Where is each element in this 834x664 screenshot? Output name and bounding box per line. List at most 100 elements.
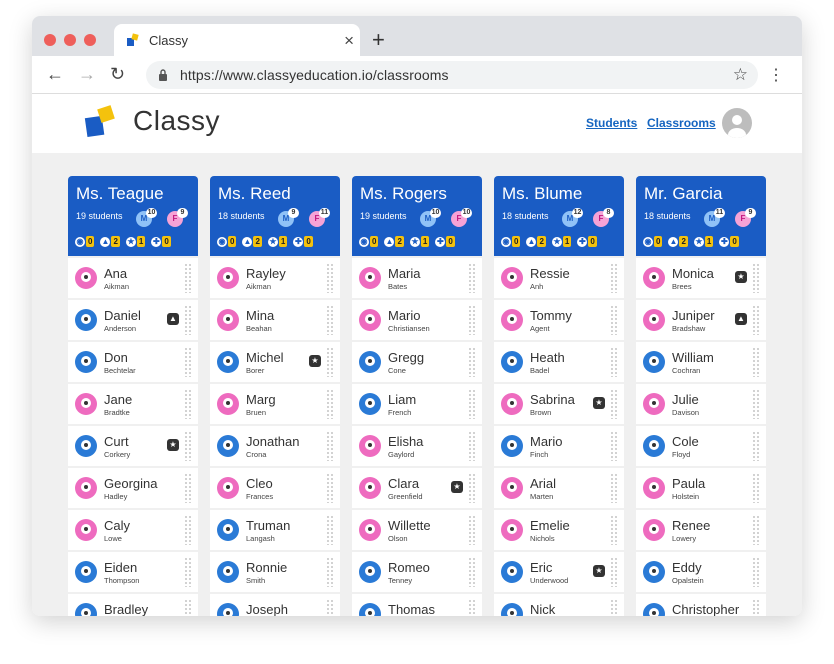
drag-handle-icon[interactable]: [468, 389, 476, 419]
drag-handle-icon[interactable]: [752, 557, 760, 587]
drag-handle-icon[interactable]: [326, 599, 334, 616]
drag-handle-icon[interactable]: [468, 599, 476, 616]
student-card[interactable]: Rayley Aikman: [210, 258, 340, 298]
classroom-header[interactable]: Mr. Garcia 18 students M 11 F9 ◉ 0 ▲ 2 ★ 1 ✚ 0: [636, 176, 766, 256]
drag-handle-icon[interactable]: [610, 473, 618, 503]
drag-handle-icon[interactable]: [468, 473, 476, 503]
drag-handle-icon[interactable]: [326, 305, 334, 335]
drag-handle-icon[interactable]: [610, 515, 618, 545]
student-card[interactable]: Clara Greenfield ★: [352, 468, 482, 508]
drag-handle-icon[interactable]: [610, 599, 618, 616]
classroom-header[interactable]: Ms. Rogers 19 students M 10 F 10 ◉ 0 ▲ 2 ★ 1 ✚ 0: [352, 176, 482, 256]
classroom-header[interactable]: Ms. Teague 19 students M 10 F9 ◉ 0 ▲ 2 ★ 1 ✚ 0: [68, 176, 198, 256]
student-card[interactable]: Sabrina Brown ★: [494, 384, 624, 424]
student-card[interactable]: Michel Borer ★: [210, 342, 340, 382]
nav-classrooms-link[interactable]: Classrooms: [647, 116, 716, 130]
drag-handle-icon[interactable]: [752, 473, 760, 503]
student-card[interactable]: Elisha Gaylord: [352, 426, 482, 466]
student-card[interactable]: Emelie Nichols: [494, 510, 624, 550]
brand-name[interactable]: Classy: [133, 105, 220, 137]
browser-tab[interactable]: Classy ×: [114, 24, 360, 56]
drag-handle-icon[interactable]: [752, 515, 760, 545]
student-card[interactable]: Daniel Anderson ▲: [68, 300, 198, 340]
student-card[interactable]: Don Bechtelar: [68, 342, 198, 382]
drag-handle-icon[interactable]: [610, 431, 618, 461]
drag-handle-icon[interactable]: [184, 263, 192, 293]
drag-handle-icon[interactable]: [184, 557, 192, 587]
student-card[interactable]: Jane Bradtke: [68, 384, 198, 424]
nav-students-link[interactable]: Students: [586, 116, 637, 130]
student-card[interactable]: Juniper Bradshaw ▲: [636, 300, 766, 340]
drag-handle-icon[interactable]: [752, 389, 760, 419]
close-window-dot[interactable]: [44, 34, 56, 46]
forward-icon[interactable]: →: [78, 64, 96, 85]
drag-handle-icon[interactable]: [468, 431, 476, 461]
student-card[interactable]: Ressie Anh: [494, 258, 624, 298]
student-card[interactable]: William Cochran: [636, 342, 766, 382]
student-card[interactable]: Monica Brees ★: [636, 258, 766, 298]
drag-handle-icon[interactable]: [326, 473, 334, 503]
student-card[interactable]: Arial Marten: [494, 468, 624, 508]
student-card[interactable]: Marg Bruen: [210, 384, 340, 424]
drag-handle-icon[interactable]: [184, 431, 192, 461]
drag-handle-icon[interactable]: [468, 263, 476, 293]
student-card[interactable]: Nick: [494, 594, 624, 616]
drag-handle-icon[interactable]: [468, 305, 476, 335]
drag-handle-icon[interactable]: [610, 347, 618, 377]
student-card[interactable]: Caly Lowe: [68, 510, 198, 550]
user-avatar[interactable]: [722, 108, 752, 138]
drag-handle-icon[interactable]: [184, 347, 192, 377]
student-card[interactable]: Liam French: [352, 384, 482, 424]
maximize-window-dot[interactable]: [84, 34, 96, 46]
drag-handle-icon[interactable]: [326, 389, 334, 419]
student-card[interactable]: Christopher: [636, 594, 766, 616]
drag-handle-icon[interactable]: [610, 305, 618, 335]
classroom-header[interactable]: Ms. Reed 18 students M9 F 11 ◉ 0 ▲ 2 ★ 1 ✚ 0: [210, 176, 340, 256]
student-card[interactable]: Maria Bates: [352, 258, 482, 298]
address-bar[interactable]: https://www.classyeducation.io/classroom…: [146, 61, 758, 89]
student-card[interactable]: Paula Holstein: [636, 468, 766, 508]
student-card[interactable]: Mario Finch: [494, 426, 624, 466]
student-card[interactable]: Julie Davison: [636, 384, 766, 424]
student-card[interactable]: Jonathan Crona: [210, 426, 340, 466]
new-tab-button[interactable]: +: [372, 27, 385, 53]
reload-icon[interactable]: ↻: [110, 64, 125, 85]
student-card[interactable]: Cole Floyd: [636, 426, 766, 466]
drag-handle-icon[interactable]: [752, 347, 760, 377]
drag-handle-icon[interactable]: [326, 347, 334, 377]
student-card[interactable]: Eiden Thompson: [68, 552, 198, 592]
student-card[interactable]: Eddy Opalstein: [636, 552, 766, 592]
student-card[interactable]: Cleo Frances: [210, 468, 340, 508]
drag-handle-icon[interactable]: [184, 599, 192, 616]
drag-handle-icon[interactable]: [752, 305, 760, 335]
student-card[interactable]: Eric Underwood ★: [494, 552, 624, 592]
back-icon[interactable]: ←: [46, 64, 64, 85]
tab-close-icon[interactable]: ×: [344, 31, 354, 51]
student-card[interactable]: Joseph: [210, 594, 340, 616]
drag-handle-icon[interactable]: [184, 473, 192, 503]
drag-handle-icon[interactable]: [184, 515, 192, 545]
student-card[interactable]: Curt Corkery ★: [68, 426, 198, 466]
drag-handle-icon[interactable]: [752, 599, 760, 616]
student-card[interactable]: Gregg Cone: [352, 342, 482, 382]
student-card[interactable]: Mina Beahan: [210, 300, 340, 340]
drag-handle-icon[interactable]: [468, 347, 476, 377]
drag-handle-icon[interactable]: [326, 515, 334, 545]
student-card[interactable]: Ronnie Smith: [210, 552, 340, 592]
drag-handle-icon[interactable]: [610, 389, 618, 419]
student-card[interactable]: Mario Christiansen: [352, 300, 482, 340]
student-card[interactable]: Ana Aikman: [68, 258, 198, 298]
drag-handle-icon[interactable]: [752, 263, 760, 293]
drag-handle-icon[interactable]: [326, 557, 334, 587]
student-card[interactable]: Willette Olson: [352, 510, 482, 550]
student-card[interactable]: Thomas: [352, 594, 482, 616]
student-card[interactable]: Heath Badel: [494, 342, 624, 382]
classroom-header[interactable]: Ms. Blume 18 students M 12 F8 ◉ 0 ▲ 2 ★ 1 ✚ 0: [494, 176, 624, 256]
drag-handle-icon[interactable]: [184, 305, 192, 335]
drag-handle-icon[interactable]: [184, 389, 192, 419]
drag-handle-icon[interactable]: [468, 557, 476, 587]
student-card[interactable]: Georgina Hadley: [68, 468, 198, 508]
browser-menu-icon[interactable]: ⋮: [768, 65, 784, 85]
student-card[interactable]: Tommy Agent: [494, 300, 624, 340]
drag-handle-icon[interactable]: [326, 263, 334, 293]
